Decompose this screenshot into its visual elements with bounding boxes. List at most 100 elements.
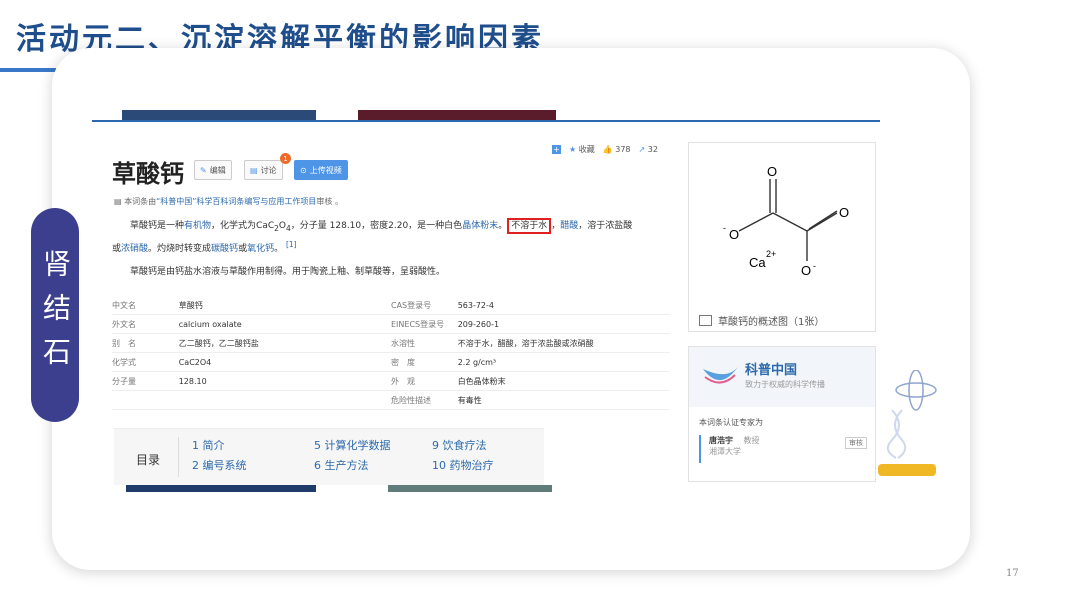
toc-item[interactable]: 9 饮食疗法 (432, 437, 487, 453)
info-value: 乙二酸钙，乙二酸钙盐 (178, 333, 391, 353)
link-calcium-oxide[interactable]: 氧化钙 (247, 244, 274, 254)
toc-label: 目录 (136, 453, 161, 467)
encyclopedia-entry: + ★ 收藏 👍 378 ↗ 32 草酸钙 ✎ 编辑 ▤ 讨论 1 ⊙ 上传视频… (92, 120, 880, 485)
atom-o: O (729, 227, 739, 242)
plus-icon[interactable]: + (552, 145, 561, 154)
toc-item[interactable]: 10 药物治疗 (432, 457, 494, 473)
upload-video-button[interactable]: ⊙ 上传视频 (294, 160, 348, 180)
bond (806, 212, 838, 232)
overview-caption[interactable]: 草酸钙的概述图（1张） (699, 313, 824, 328)
highlight-insoluble: 不溶于水 (507, 218, 552, 234)
expert-tag: 审核 (845, 437, 867, 449)
collect-label: 收藏 (578, 145, 595, 154)
kepu-slogan: 致力于权威的科学传播 (745, 380, 825, 389)
star-icon: ★ (569, 145, 577, 154)
share-icon: ↗ (638, 145, 646, 154)
text-segment: 或 (112, 243, 122, 254)
info-key: 化学式 (112, 352, 179, 372)
image-strip-right (358, 110, 556, 120)
info-key: CAS登录号 (390, 296, 458, 315)
share-button[interactable]: ↗ 32 (639, 145, 658, 154)
discuss-badge: 1 (280, 153, 291, 164)
kepu-cert-label: 本词条认证专家为 (699, 418, 763, 427)
entry-title: 草酸钙 (112, 160, 184, 188)
info-key: 水溶性 (390, 333, 458, 353)
info-key: 别 名 (112, 333, 179, 353)
text-segment: ，分子量 128.10，密度2.20，是一种白色 (290, 221, 463, 231)
atom-o: O (801, 263, 811, 278)
collect-button[interactable]: ★ 收藏 (569, 144, 595, 155)
link-organic[interactable]: 有机物 (184, 221, 211, 231)
minus-sign: - (723, 223, 726, 233)
atom-o: O (767, 164, 777, 179)
pencil-icon: ✎ (200, 165, 207, 175)
toc-item[interactable]: 5 计算化学数据 (314, 437, 391, 453)
link-nitric-acid[interactable]: 浓硝酸 (121, 244, 148, 254)
kepu-logo-icon (703, 365, 739, 384)
atom-dna-icon (886, 370, 937, 459)
bond (738, 212, 774, 232)
structure-panel[interactable]: O O O - O - Ca 2+ 草酸钙的概述图（1张） (688, 142, 876, 332)
discuss-button[interactable]: ▤ 讨论 (244, 160, 283, 180)
info-key: 外文名 (112, 314, 179, 334)
decorative-yellow-bar (878, 464, 936, 476)
kepu-panel: 科普中国 致力于权威的科学传播 本词条认证专家为 唐浩宇 教授 湘潭大学 审核 (688, 346, 876, 482)
reference-link[interactable]: [1] (286, 240, 297, 249)
text-segment: ，溶于浓盐酸 (578, 221, 633, 231)
info-value: 白色晶体粉末 (457, 371, 670, 391)
overview-label: 草酸钙的概述图（1张） (718, 317, 825, 328)
image-icon (699, 315, 712, 326)
toc-item[interactable]: 6 生产方法 (314, 457, 369, 473)
expert-card[interactable]: 唐浩宇 教授 湘潭大学 审核 (699, 435, 873, 463)
atom-o: O (839, 205, 849, 220)
cation-ca: Ca (749, 255, 766, 270)
info-row: 外文名 calcium oxalate EINECS登录号 209-260-1 (112, 314, 670, 334)
info-value: 有毒性 (457, 390, 670, 410)
info-row: 分子量 128.10 外 观白色晶体粉末 (112, 371, 670, 391)
side-label: 肾结石 (39, 249, 72, 381)
like-button[interactable]: 👍 378 (603, 145, 631, 154)
link-crystal-powder[interactable]: 晶体粉末 (462, 221, 498, 231)
upload-label: 上传视频 (309, 165, 342, 175)
info-value: 2.2 g/cm³ (457, 352, 670, 372)
text-segment: ，化学式为CaC (211, 221, 275, 231)
expert-name: 唐浩宇 (709, 436, 733, 445)
oxalate-structure-diagram: O O O - O - Ca 2+ (723, 164, 849, 278)
toc-item[interactable]: 1 简介 (192, 437, 225, 453)
info-value: 563-72-4 (457, 296, 670, 315)
link-calcium-carbonate[interactable]: 碳酸钙 (211, 244, 238, 254)
text-segment: O (278, 221, 286, 231)
link-acetic-acid[interactable]: 醋酸 (560, 221, 578, 231)
note-prefix: 本词条由 (124, 197, 157, 206)
text-segment: 草酸钙是一种 (130, 221, 185, 231)
expert-title: 教授 (743, 436, 760, 445)
info-row: 危险性描述 有毒性 (112, 390, 670, 410)
top-border (92, 120, 880, 122)
info-row: 化学式 CaC2O4 密 度 2.2 g/cm³ (112, 352, 670, 372)
play-icon: ⊙ (300, 165, 307, 175)
info-value (178, 390, 391, 410)
production-text: 草酸钙是由钙盐水溶液与草酸作用制得。用于陶瓷上釉、制草酸等，呈弱酸性。 (130, 267, 446, 277)
minus-sign: - (813, 261, 816, 271)
info-table: 中文名 草酸钙 CAS登录号 563-72-4 外文名 calcium oxalate EI… (112, 296, 670, 410)
info-value: 草酸钙 (178, 296, 391, 315)
page-number: 17 (1006, 568, 1019, 579)
table-of-contents: 目录 1 简介 2 编号系统 5 计算化学数据 6 生产方法 9 饮食疗法 10… (114, 428, 544, 485)
edit-button[interactable]: ✎ 编辑 (194, 160, 232, 180)
share-count: 32 (647, 145, 658, 154)
info-key: EINECS登录号 (390, 314, 458, 334)
info-key: 中文名 (112, 296, 179, 315)
toc-item[interactable]: 2 编号系统 (192, 457, 247, 473)
info-value: 128.10 (178, 371, 391, 391)
info-key: 分子量 (112, 371, 179, 391)
note-link[interactable]: “科普中国”科学百科词条编写与应用工作项目 (156, 197, 316, 206)
summary-paragraph: 草酸钙是一种有机物，化学式为CaC2O4，分子量 128.10，密度2.20，是… (112, 218, 672, 257)
document-icon: ▤ (114, 197, 122, 206)
thumbs-up-icon: 👍 (602, 145, 613, 154)
info-key (112, 390, 179, 410)
info-row: 中文名 草酸钙 CAS登录号 563-72-4 (112, 296, 670, 315)
info-value: 209-260-1 (457, 314, 670, 334)
review-note: ▤ 本词条由“科普中国”科学百科词条编写与应用工作项目审核 。 (114, 196, 343, 207)
info-value: calcium oxalate (178, 314, 391, 334)
kepu-name: 科普中国 (745, 363, 798, 378)
